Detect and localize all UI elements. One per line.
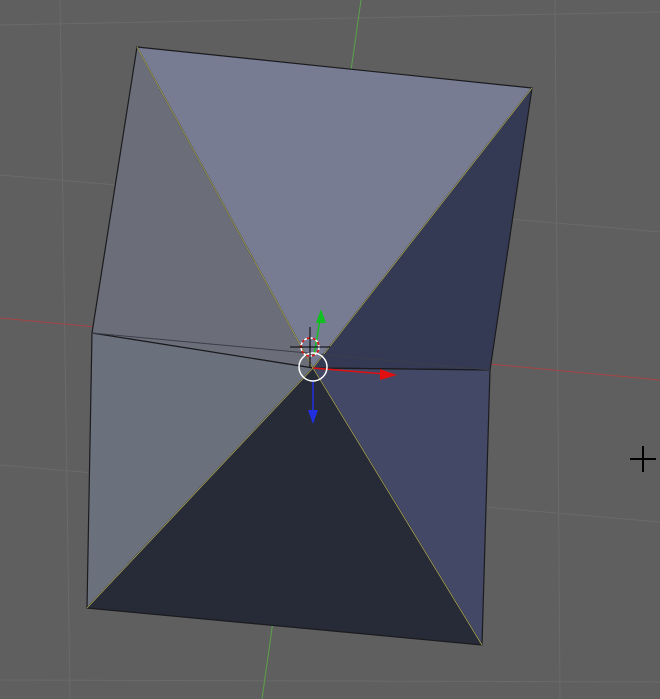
3d-viewport[interactable] xyxy=(0,0,660,699)
mouse-crosshair-icon xyxy=(630,446,656,472)
viewport-canvas[interactable] xyxy=(0,0,660,699)
